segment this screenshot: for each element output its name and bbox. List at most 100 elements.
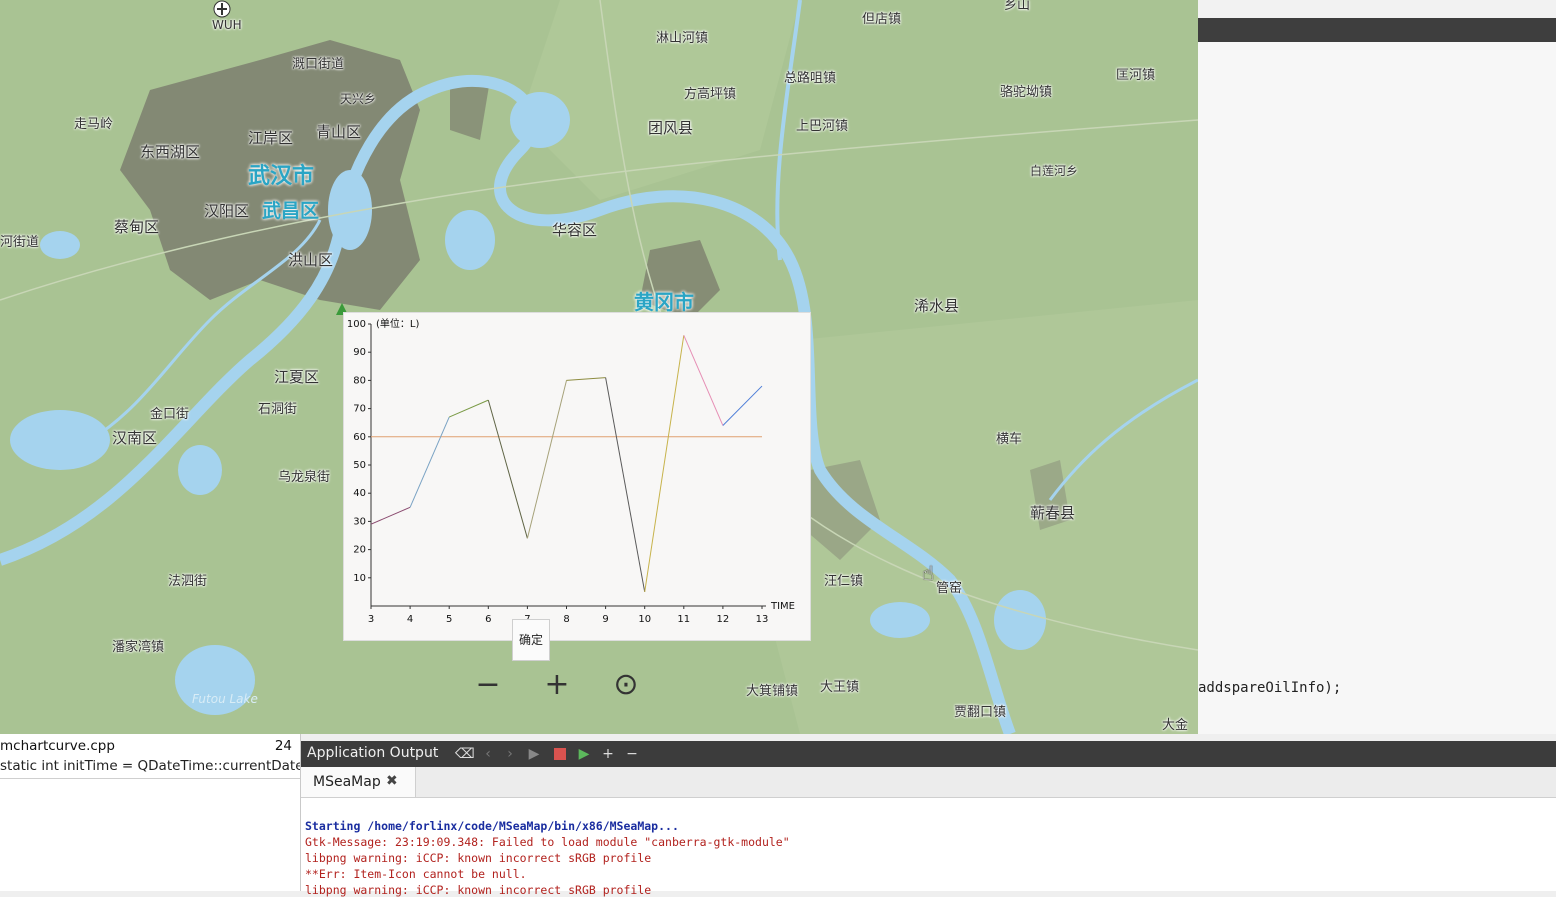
x-tick-label: 4 (407, 614, 413, 625)
y-tick-label: 20 (353, 545, 366, 556)
lake-watermark: Futou Lake (192, 692, 258, 706)
map-label: 走马岭 (74, 117, 114, 132)
tab-mseamap[interactable]: MSeaMap ✖ (301, 767, 416, 797)
y-axis-label: (单位：L) (376, 317, 419, 330)
x-tick-label: 12 (717, 614, 730, 625)
result-file-row[interactable]: mchartcurve.cpp 24 (0, 738, 300, 756)
zoom-out-button[interactable]: − (474, 670, 502, 700)
ide-top-bar (1198, 0, 1556, 18)
map-label: 法泗街 (168, 574, 208, 589)
output-line: Starting /home/forlinx/code/MSeaMap/bin/… (305, 819, 679, 833)
map-label-huanggang: 黄冈市 (634, 290, 694, 314)
y-tick-label: 90 (353, 347, 366, 358)
decrease-font-icon[interactable]: − (623, 745, 641, 763)
increase-font-icon[interactable]: + (599, 745, 617, 763)
line-chart: (单位：L) TIME 102030405060708090100 345678… (347, 317, 795, 625)
map-label: 贾翻口镇 (954, 705, 1007, 720)
map-label: 蕲春县 (1030, 504, 1076, 522)
x-tick-label: 11 (677, 614, 690, 625)
map-label: 江夏区 (274, 368, 320, 386)
tab-label: MSeaMap (313, 774, 381, 790)
x-tick-label: 6 (485, 614, 491, 625)
application-output-log[interactable]: Starting /home/forlinx/code/MSeaMap/bin/… (301, 798, 1556, 897)
map-label: 汪仁镇 (824, 574, 864, 589)
map-label: 上巴河镇 (796, 119, 849, 134)
map-label: 淋山河镇 (656, 31, 709, 46)
map-label: 大王镇 (820, 680, 860, 695)
map-label-wuchang: 武昌区 (262, 200, 320, 222)
search-results-panel: mchartcurve.cpp 24 static int initTime =… (0, 734, 301, 891)
series-segment (449, 399, 489, 418)
map-label: 总路咀镇 (784, 71, 837, 86)
map-label: 金口街 (150, 407, 190, 422)
stop-button[interactable] (551, 745, 569, 763)
map-label: 汉阳区 (204, 202, 250, 220)
map-label: 蔡甸区 (114, 218, 160, 236)
map-label: 河街道 (0, 235, 40, 250)
map-label: 石洞街 (258, 402, 298, 417)
hand-cursor-icon: ☝ (922, 561, 935, 585)
y-tick-label: 40 (353, 488, 366, 499)
editor-header-bar (1198, 18, 1556, 42)
map-label: 白莲河乡 (1030, 164, 1079, 178)
map-label: 华容区 (552, 221, 598, 239)
prev-item-icon[interactable]: ‹ (479, 745, 497, 763)
x-tick-label: 8 (563, 614, 569, 625)
run-icon[interactable]: ▶ (525, 745, 543, 763)
next-item-icon[interactable]: › (501, 745, 519, 763)
map-label: 乌龙泉街 (278, 470, 331, 485)
airport-label: WUH (212, 18, 242, 32)
x-tick-label: 9 (602, 614, 608, 625)
map-label: 管窑 (936, 581, 963, 596)
output-tab-bar: MSeaMap ✖ (301, 767, 1556, 798)
series-segment (370, 506, 411, 525)
code-editor[interactable] (1198, 42, 1556, 734)
y-tick-label: 100 (347, 319, 366, 330)
close-tab-icon[interactable]: ✖ (386, 773, 398, 789)
series-segment (487, 400, 528, 539)
map-label: 溉口街道 (292, 57, 345, 72)
y-tick-label: 30 (353, 516, 366, 527)
series-segment (409, 416, 450, 508)
map-label: 大金 (1162, 718, 1189, 733)
output-pane-title: Application Output (307, 745, 439, 761)
y-tick-label: 50 (353, 460, 366, 471)
map-label: 但店镇 (862, 12, 902, 27)
map-label: 乡山 (1004, 0, 1031, 13)
result-line-number: 24 (274, 738, 292, 754)
y-tick-label: 10 (353, 573, 366, 584)
series-segment (526, 380, 567, 539)
map-label: 江岸区 (248, 129, 294, 147)
map-label: 浠水县 (914, 297, 960, 315)
map-label: 潘家湾镇 (112, 640, 165, 655)
x-axis-label: TIME (770, 601, 795, 612)
map-label-wuhan: 武汉市 (248, 164, 315, 189)
map-label: 天兴乡 (340, 92, 377, 106)
x-tick-label: 5 (446, 614, 452, 625)
series-segment (605, 377, 646, 592)
series-segment (644, 335, 685, 592)
attach-debugger-icon[interactable]: ▶ (575, 745, 593, 763)
x-tick-label: 10 (638, 614, 651, 625)
zoom-in-button[interactable]: + (543, 670, 571, 700)
result-file-name: mchartcurve.cpp (0, 738, 115, 754)
output-line: **Err: Item-Icon cannot be null. (305, 867, 527, 881)
map-label: 东西湖区 (140, 143, 201, 161)
map-label: 团风县 (648, 119, 694, 137)
x-tick-label: 13 (756, 614, 769, 625)
map-label: 匡河镇 (1116, 68, 1156, 83)
output-line: libpng warning: iCCP: known incorrect sR… (305, 883, 652, 897)
confirm-button[interactable]: 确定 (512, 619, 550, 661)
output-toolbar: Application Output ⌫ ‹ › ▶ ▶ + − (301, 741, 1556, 767)
series-segment (722, 385, 763, 426)
locate-button[interactable]: ⊙ (612, 670, 640, 700)
x-tick-label: 3 (368, 614, 374, 625)
map-label: 大箕铺镇 (746, 684, 799, 699)
result-code-snippet[interactable]: static int initTime = QDateTime::current… (0, 758, 300, 779)
editor-code-line: addspareOilInfo); (1198, 680, 1342, 696)
clear-output-icon[interactable]: ⌫ (455, 745, 475, 763)
y-tick-label: 80 (353, 375, 366, 386)
map-label: 洪山区 (288, 251, 334, 269)
map-label: 横车 (996, 432, 1023, 447)
map-label: 方高坪镇 (684, 87, 737, 102)
